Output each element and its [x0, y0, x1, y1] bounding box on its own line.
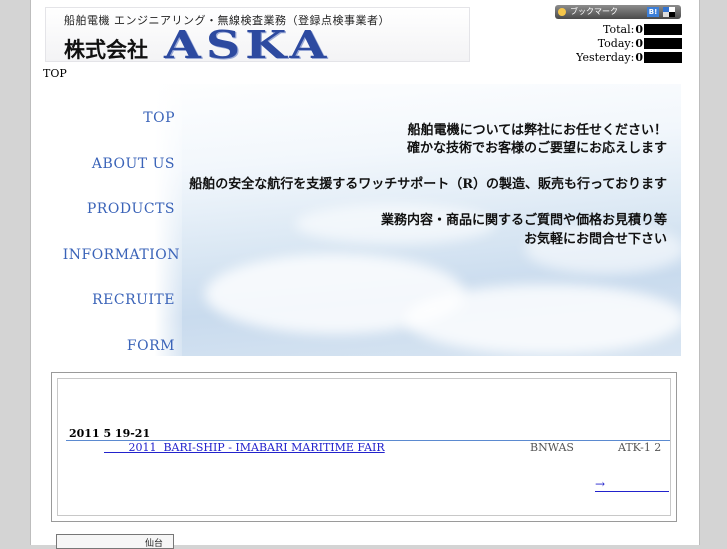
logo-name: ASKA	[164, 22, 332, 67]
counter-label: Total:	[603, 23, 635, 36]
nav-recruite[interactable]: RECRUITE	[92, 290, 175, 310]
hero-line: 船舶の安全な航行を支援するワッチサポート（R）の製造、販売も行っております	[189, 177, 667, 192]
nav-products[interactable]: PRODUCTS	[87, 199, 175, 219]
footer-banner[interactable]: 仙台	[56, 534, 174, 549]
bookmark-label: ブックマーク	[570, 7, 618, 16]
counter-yesterday: Yesterday: 0	[576, 51, 682, 64]
delicious-icon[interactable]	[663, 7, 675, 17]
counter-bar	[644, 52, 682, 63]
main-nav: TOP ABOUT US PRODUCTS INFORMATION RECRUI…	[45, 84, 182, 356]
company-logo[interactable]: 船舶電機 エンジニアリング・無線検査業務（登録点検事業者） 株式会社 ASKA	[45, 7, 470, 67]
counter-label: Today:	[597, 37, 635, 50]
hero-line: 業務内容・商品に関するご質問や価格お見積り等	[380, 213, 667, 228]
hero-line: 確かな技術でお客様のご要望にお応えします	[406, 141, 667, 156]
counter-bar	[644, 24, 682, 35]
cloud-shape	[405, 284, 681, 354]
hero-line: お気軽にお問合せ下さい	[523, 232, 667, 247]
news-tag: ATK-1 2	[618, 441, 662, 454]
news-box: 2011 5 19-21 2011 BARI-SHIP - IMABARI MA…	[51, 372, 677, 522]
news-inner: 2011 5 19-21 2011 BARI-SHIP - IMABARI MA…	[57, 378, 671, 516]
counter-bar	[644, 38, 682, 49]
counter-total: Total: 0	[603, 23, 682, 36]
nav-form[interactable]: FORM	[127, 336, 175, 356]
counter-label: Yesterday:	[576, 51, 635, 64]
hero-banner: TOP ABOUT US PRODUCTS INFORMATION RECRUI…	[45, 84, 681, 356]
hatena-icon[interactable]: B!	[647, 7, 659, 17]
counter-value: 0	[635, 51, 643, 64]
nav-about-us[interactable]: ABOUT US	[92, 154, 175, 174]
hero-line: 船舶電機については弊社にお任せください！	[407, 123, 667, 138]
banner-text: 仙台	[145, 539, 164, 549]
news-date: 2011 5 19-21	[69, 427, 151, 440]
bookmark-icon	[558, 8, 566, 16]
breadcrumb[interactable]: TOP	[43, 67, 67, 80]
counter-today: Today: 0	[598, 37, 682, 50]
news-link[interactable]: 2011 BARI-SHIP - IMABARI MARITIME FAIR	[104, 441, 384, 454]
news-tag: BNWAS	[530, 441, 574, 454]
nav-top[interactable]: TOP	[143, 108, 175, 128]
nav-information[interactable]: INFORMATION	[63, 245, 180, 265]
bookmark-bar[interactable]: ブックマーク B!	[555, 5, 681, 19]
logo-corp-label: 株式会社	[64, 37, 148, 62]
news-more-link[interactable]: →	[595, 477, 669, 492]
counter-value: 0	[635, 23, 643, 36]
counter-value: 0	[635, 37, 643, 50]
